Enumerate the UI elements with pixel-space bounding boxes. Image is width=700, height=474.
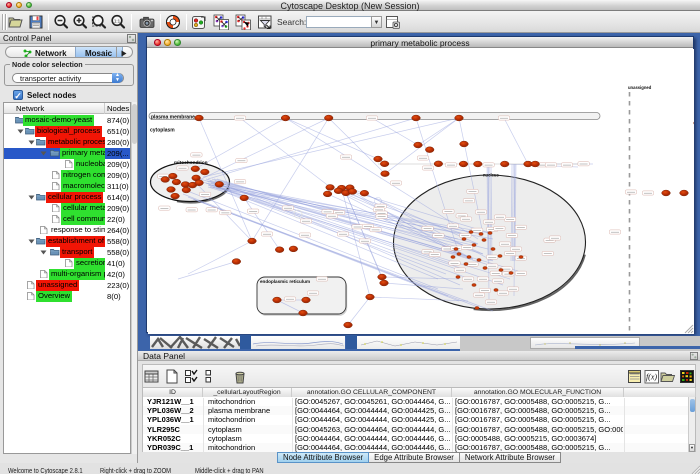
svg-text:f(x): f(x) — [646, 373, 657, 382]
svg-text:endoplasmic reticulum: endoplasmic reticulum — [260, 279, 310, 284]
svg-text:plasma membrane: plasma membrane — [151, 114, 195, 120]
svg-text:cytoplasm: cytoplasm — [150, 127, 175, 133]
svg-text:1:1: 1:1 — [114, 18, 121, 23]
svg-text:mitochondrion: mitochondrion — [174, 160, 208, 166]
svg-text:nucleus: nucleus — [483, 172, 499, 177]
svg-text:unassigned: unassigned — [628, 85, 652, 90]
